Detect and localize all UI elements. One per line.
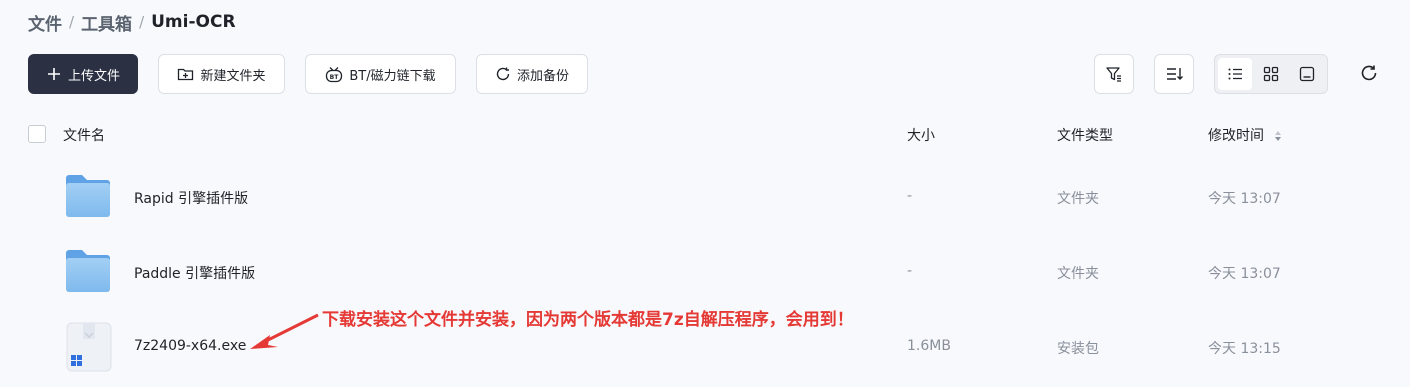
sort-toggle-icon	[1275, 131, 1282, 141]
file-size: 1.6MB	[907, 338, 951, 354]
breadcrumb-separator: /	[69, 13, 75, 31]
bt-download-button-label: BT/磁力链下载	[349, 68, 436, 84]
preview-view-icon	[1299, 66, 1315, 82]
refresh-icon	[1361, 65, 1377, 81]
list-view-icon	[1228, 68, 1242, 80]
file-modified: 今天 13:07	[1208, 191, 1281, 207]
installer-icon	[66, 322, 112, 372]
folder-icon	[66, 250, 110, 292]
sort-icon	[1167, 68, 1183, 80]
svg-text:BT: BT	[330, 74, 340, 81]
filter-button[interactable]	[1094, 54, 1134, 94]
file-name[interactable]: Rapid 引擎插件版	[134, 188, 248, 208]
table-row[interactable]: Rapid 引擎插件版 - 文件夹 今天 13:07	[0, 164, 1410, 230]
grid-view-icon	[1263, 66, 1279, 82]
preview-view-button[interactable]	[1290, 58, 1324, 90]
select-all-checkbox[interactable]	[28, 125, 46, 143]
column-header-modified-label: 修改时间	[1208, 128, 1264, 144]
file-type: 文件夹	[1057, 266, 1099, 282]
new-folder-button-label: 新建文件夹	[200, 68, 266, 84]
file-name[interactable]: 7z2409-x64.exe	[134, 338, 246, 354]
file-size: -	[907, 263, 913, 279]
refresh-button[interactable]	[1358, 62, 1380, 84]
filter-icon	[1106, 67, 1121, 82]
breadcrumb-separator: /	[139, 13, 145, 31]
bt-icon: BT	[326, 66, 343, 82]
folder-plus-icon	[178, 68, 194, 81]
annotation-text: 下载安装这个文件并安装，因为两个版本都是7z自解压程序，会用到！	[322, 310, 854, 330]
add-backup-button[interactable]: 添加备份	[476, 54, 588, 94]
upload-button-label: 上传文件	[67, 68, 120, 84]
column-header-size[interactable]: 大小	[907, 125, 935, 145]
breadcrumb-item-current: Umi-OCR	[151, 12, 236, 32]
column-header-modified[interactable]: 修改时间	[1208, 125, 1282, 145]
file-type: 安装包	[1057, 341, 1099, 357]
file-name[interactable]: Paddle 引擎插件版	[134, 263, 255, 283]
list-view-button[interactable]	[1218, 58, 1252, 90]
column-header-name[interactable]: 文件名	[63, 125, 105, 145]
file-modified: 今天 13:15	[1208, 341, 1281, 357]
new-folder-button[interactable]: 新建文件夹	[158, 54, 285, 94]
table-row[interactable]: Paddle 引擎插件版 - 文件夹 今天 13:07	[0, 239, 1410, 305]
file-size: -	[907, 188, 913, 204]
sync-icon	[496, 67, 510, 81]
breadcrumb-item-toolbox[interactable]: 工具箱	[81, 10, 132, 35]
view-toggle-group	[1214, 54, 1328, 94]
grid-view-button[interactable]	[1254, 58, 1288, 90]
sort-button[interactable]	[1154, 54, 1194, 94]
table-header: 文件名 大小 文件类型 修改时间	[0, 118, 1410, 150]
plus-icon	[47, 68, 60, 80]
column-header-type[interactable]: 文件类型	[1057, 125, 1113, 145]
breadcrumb-item-files[interactable]: 文件	[28, 10, 62, 35]
annotation-arrow-icon	[250, 313, 319, 349]
folder-icon	[66, 175, 110, 217]
file-type: 文件夹	[1057, 191, 1099, 207]
file-modified: 今天 13:07	[1208, 266, 1281, 282]
add-backup-button-label: 添加备份	[516, 68, 569, 84]
bt-download-button[interactable]: BT BT/磁力链下载	[305, 54, 456, 94]
breadcrumb: 文件 / 工具箱 / Umi-OCR	[28, 10, 236, 35]
upload-button[interactable]: 上传文件	[28, 54, 138, 94]
